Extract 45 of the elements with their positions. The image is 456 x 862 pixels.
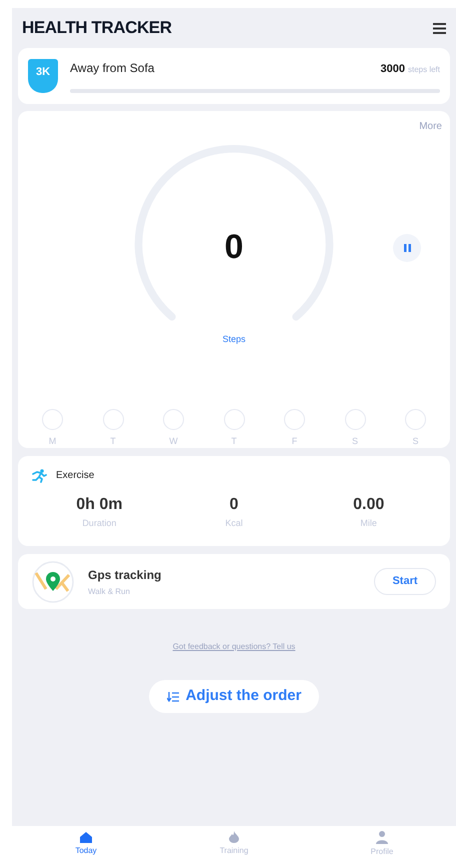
day-label: F: [292, 434, 298, 448]
pause-icon: [404, 244, 410, 252]
day-ring: [405, 408, 426, 430]
day-label: S: [352, 434, 358, 448]
app-title: HEALTH TRACKER: [22, 17, 172, 40]
person-icon: [376, 830, 388, 844]
feedback-link[interactable]: Got feedback or questions? Tell us: [172, 641, 296, 653]
day-ring: [224, 408, 244, 430]
menu-icon[interactable]: [433, 22, 446, 34]
more-link[interactable]: More: [419, 119, 442, 134]
day-label: T: [110, 434, 116, 448]
stat-value: 0: [230, 495, 238, 515]
goal-badge: 3K: [28, 59, 58, 93]
nav-tab[interactable]: Today: [12, 826, 160, 862]
gps-subtitle: Walk & Run: [88, 586, 131, 598]
goal-card[interactable]: 3K Away from Sofa 3000 steps left: [18, 48, 450, 104]
day-ring: [102, 408, 124, 430]
pause-button[interactable]: [393, 234, 421, 262]
day-ring: [163, 408, 184, 430]
home-icon: [80, 832, 92, 842]
adjust-order-button[interactable]: Adjust the order: [148, 680, 320, 713]
day-label: W: [169, 434, 178, 448]
day-ring: [284, 408, 305, 430]
day-label: S: [412, 434, 418, 448]
flame-icon: [229, 831, 239, 843]
day-label: T: [231, 434, 237, 448]
start-button[interactable]: Start: [374, 568, 436, 595]
day-ring: [42, 408, 63, 430]
steps-count: 0: [224, 227, 244, 268]
stat-value: 0h 0m: [76, 495, 122, 515]
steps-label: Steps: [222, 333, 246, 346]
stat-label: Mile: [360, 517, 377, 530]
runner-icon: [32, 468, 47, 482]
stat-value: 0.00: [353, 495, 384, 515]
steps-left-label: steps left: [408, 64, 440, 76]
stat-label: Duration: [82, 517, 116, 530]
exercise-title: Exercise: [56, 469, 94, 483]
day-label: M: [48, 434, 56, 448]
sort-list-icon: [166, 692, 179, 702]
goal-name: Away from Sofa: [70, 60, 154, 77]
stat-label: Kcal: [225, 517, 243, 530]
day-ring: [344, 408, 366, 430]
steps-left-value: 3000: [380, 62, 405, 77]
map-pin-icon: [32, 560, 74, 602]
gps-title: Gps tracking: [88, 566, 162, 584]
